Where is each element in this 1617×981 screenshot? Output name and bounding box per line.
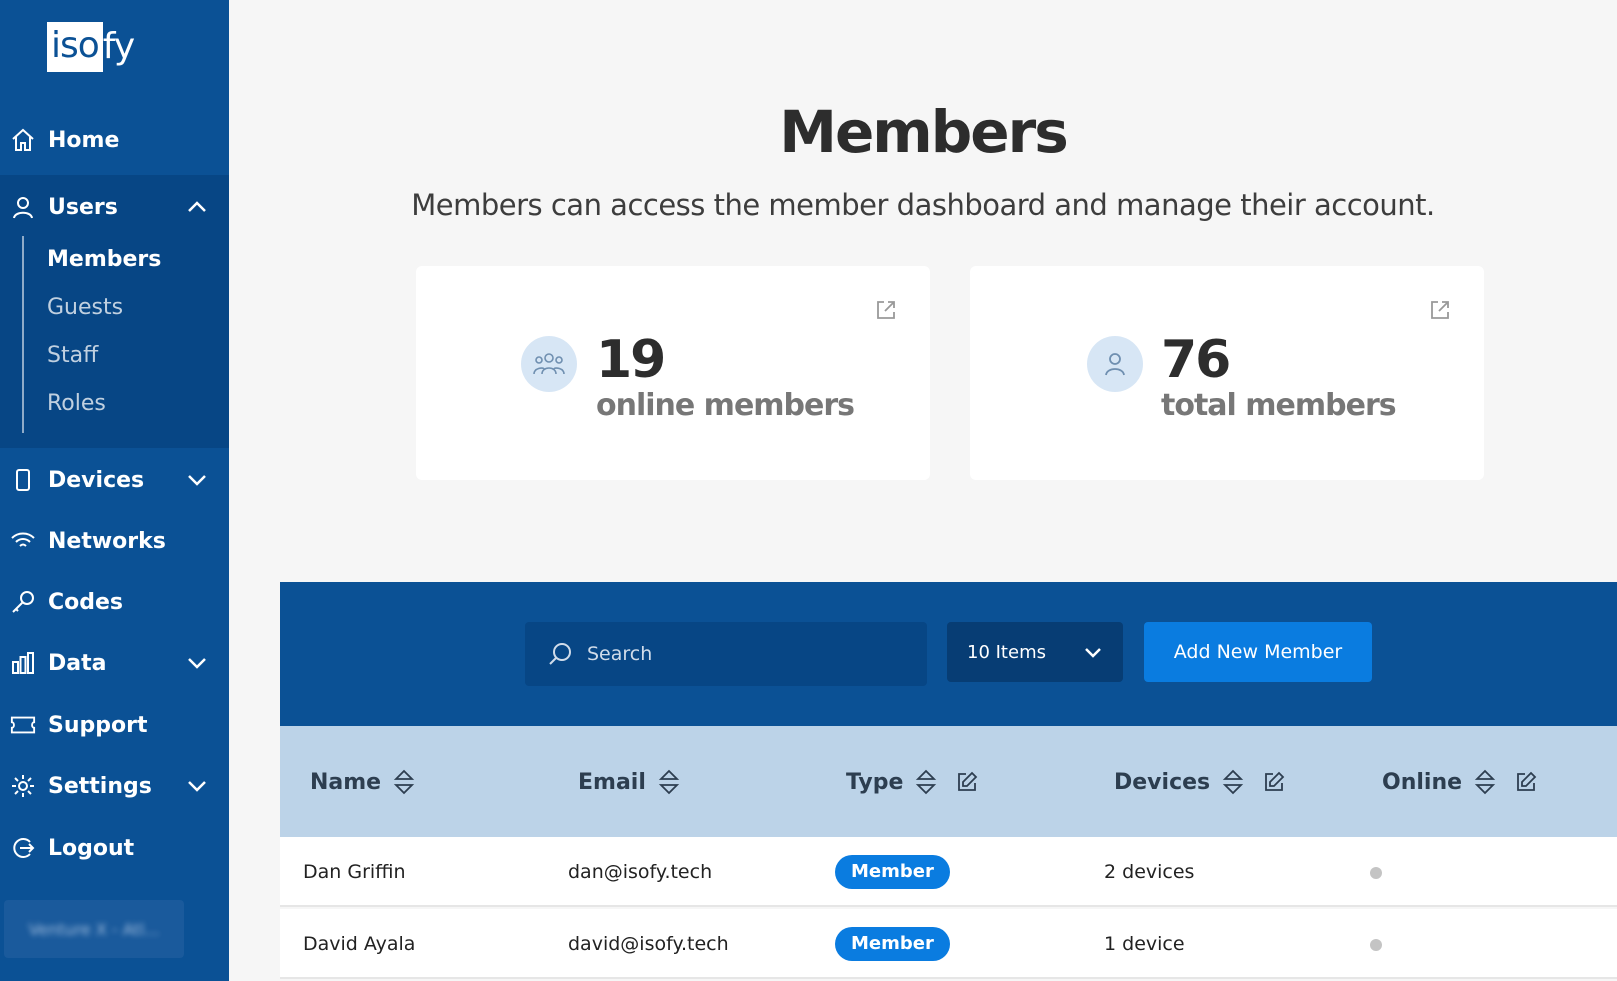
page-subtitle: Members can access the member dashboard … [411, 188, 1435, 222]
nav-users-label: Users [48, 194, 118, 220]
nav-users[interactable]: Users [0, 177, 229, 237]
member-name: David Ayala [303, 933, 416, 955]
nav-codes-label: Codes [48, 589, 124, 615]
user-icon [10, 194, 36, 220]
logo-rest-text: fy [102, 26, 135, 67]
online-members-count: 19 [596, 330, 666, 390]
member-email: david@isofy.tech [568, 933, 729, 955]
chevron-down-icon [188, 475, 206, 486]
online-status-dot [1370, 867, 1382, 879]
table-toolbar: 10 Items Add New Member [280, 582, 1617, 726]
sort-icon[interactable] [1474, 768, 1496, 796]
table-row[interactable]: David Ayala david@isofy.tech Member 1 de… [280, 909, 1617, 979]
logo-boxed-text: iso [47, 22, 103, 72]
sidebar-item-guests[interactable]: Guests [47, 295, 123, 320]
search-box[interactable] [525, 622, 927, 686]
home-icon [10, 127, 36, 153]
total-members-label: total members [1161, 388, 1397, 423]
total-members-count: 76 [1161, 330, 1231, 390]
sidebar-item-members[interactable]: Members [47, 247, 161, 272]
member-devices: 1 device [1104, 933, 1185, 955]
nav-logout-label: Logout [48, 835, 135, 861]
table-header: Name Email Type Devices Online [280, 726, 1617, 837]
nav-devices-label: Devices [48, 467, 145, 493]
member-type-badge: Member [835, 855, 950, 889]
bar-chart-icon [10, 650, 36, 676]
column-email[interactable]: Email [578, 768, 680, 796]
key-icon [10, 589, 36, 615]
items-per-page-value: 10 Items [967, 641, 1046, 663]
person-icon [1087, 336, 1143, 392]
nav-home-label: Home [48, 127, 120, 153]
chevron-down-icon [1085, 648, 1101, 658]
sort-icon[interactable] [658, 768, 680, 796]
external-link-icon[interactable] [1428, 298, 1452, 322]
gear-icon [10, 773, 36, 799]
nav-home[interactable]: Home [0, 110, 229, 170]
online-members-label: online members [596, 388, 855, 423]
group-icon [521, 336, 577, 392]
column-type[interactable]: Type [846, 768, 979, 796]
edit-icon[interactable] [955, 770, 979, 794]
chevron-down-icon [188, 658, 206, 669]
nav-networks[interactable]: Networks [0, 511, 229, 571]
add-new-member-button[interactable]: Add New Member [1144, 622, 1372, 682]
device-icon [10, 467, 36, 493]
account-switcher[interactable]: Venture X - Atl... [4, 900, 184, 958]
member-type-badge: Member [835, 927, 950, 961]
sidebar-item-roles[interactable]: Roles [47, 391, 106, 416]
logout-icon [10, 835, 36, 861]
sort-icon[interactable] [393, 768, 415, 796]
ticket-icon [10, 712, 36, 738]
column-online-label: Online [1382, 769, 1463, 795]
stat-card-total: 76 total members [970, 266, 1484, 480]
stat-card-online: 19 online members [416, 266, 930, 480]
column-devices-label: Devices [1114, 769, 1211, 795]
wifi-icon [10, 528, 36, 554]
sort-icon[interactable] [1222, 768, 1244, 796]
column-type-label: Type [846, 769, 904, 795]
nav-settings[interactable]: Settings [0, 756, 229, 816]
members-table-panel: 10 Items Add New Member Name Email Type … [280, 582, 1617, 981]
sort-icon[interactable] [915, 768, 937, 796]
column-name[interactable]: Name [310, 768, 415, 796]
nav-data[interactable]: Data [0, 633, 229, 693]
nav-support[interactable]: Support [0, 695, 229, 755]
items-per-page-select[interactable]: 10 Items [947, 622, 1123, 682]
isofy-logo[interactable]: iso fy [47, 22, 135, 72]
online-status-dot [1370, 939, 1382, 951]
column-online[interactable]: Online [1382, 768, 1538, 796]
nav-settings-label: Settings [48, 773, 152, 799]
member-devices: 2 devices [1104, 861, 1195, 883]
page-title: Members [779, 98, 1068, 166]
column-name-label: Name [310, 769, 382, 795]
account-name: Venture X - Atl... [28, 919, 160, 939]
nav-networks-label: Networks [48, 528, 166, 554]
sidebar: iso fy Home Users Members Guests Staff Ro… [0, 0, 229, 981]
member-name: Dan Griffin [303, 861, 406, 883]
chevron-down-icon [188, 781, 206, 792]
nav-logout[interactable]: Logout [0, 818, 229, 878]
sidebar-item-staff[interactable]: Staff [47, 343, 98, 368]
column-email-label: Email [578, 769, 646, 795]
column-devices[interactable]: Devices [1114, 768, 1286, 796]
external-link-icon[interactable] [874, 298, 898, 322]
search-input[interactable] [587, 643, 907, 665]
nav-codes[interactable]: Codes [0, 572, 229, 632]
nav-support-label: Support [48, 712, 148, 738]
submenu-line [22, 236, 24, 433]
search-icon [549, 643, 571, 665]
nav-data-label: Data [48, 650, 107, 676]
member-email: dan@isofy.tech [568, 861, 713, 883]
edit-icon[interactable] [1262, 770, 1286, 794]
chevron-up-icon [188, 201, 206, 212]
nav-devices[interactable]: Devices [0, 450, 229, 510]
table-row[interactable]: Dan Griffin dan@isofy.tech Member 2 devi… [280, 837, 1617, 907]
edit-icon[interactable] [1514, 770, 1538, 794]
